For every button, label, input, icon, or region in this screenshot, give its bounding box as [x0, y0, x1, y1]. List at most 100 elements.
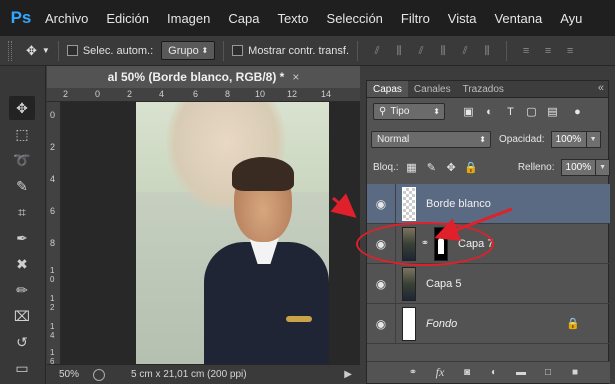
menu-archivo[interactable]: Archivo: [36, 11, 97, 26]
adjustment-layer-icon[interactable]: ◐: [487, 366, 501, 380]
layer-name[interactable]: Fondo: [426, 318, 457, 330]
distribute-top-icon[interactable]: ≡: [519, 44, 533, 58]
align-bottom-icon[interactable]: ⫽: [414, 44, 428, 58]
blend-mode-select[interactable]: Normal ⬍: [371, 131, 491, 148]
menu-edicion[interactable]: Edición: [97, 11, 158, 26]
menu-filtro[interactable]: Filtro: [392, 11, 439, 26]
ruler-label: 4: [50, 174, 56, 184]
menu-seleccion[interactable]: Selección: [318, 11, 392, 26]
type-filter-icon[interactable]: T: [503, 104, 518, 119]
chevron-down-icon[interactable]: ▼: [596, 159, 610, 176]
ruler-label: 1 4: [50, 322, 55, 340]
lasso-tool-icon[interactable]: ➰: [9, 148, 35, 172]
clone-stamp-tool-icon[interactable]: ⌧: [9, 304, 35, 328]
trash-icon[interactable]: ■: [568, 366, 582, 380]
filter-type-select[interactable]: ⚲ Tipo ⬍: [373, 103, 445, 120]
ruler-label: 2: [50, 142, 56, 152]
tab-capas[interactable]: Capas: [367, 81, 408, 97]
auto-select-checkbox[interactable]: [66, 45, 78, 56]
layer-name[interactable]: Capa 5: [426, 278, 461, 290]
lock-image-icon[interactable]: ✎: [424, 161, 438, 175]
distribute-vcenter-icon[interactable]: ≡: [541, 44, 555, 58]
zoom-level[interactable]: 50%: [59, 369, 93, 380]
shape-filter-icon[interactable]: ▢: [524, 104, 539, 119]
tool-preset-picker[interactable]: ✥ ▼: [26, 43, 50, 59]
tab-trazados[interactable]: Trazados: [457, 81, 510, 97]
link-layers-icon[interactable]: ⚭: [406, 366, 420, 380]
filter-toggle-icon[interactable]: ●: [570, 104, 585, 119]
opacity-input[interactable]: 100%: [550, 131, 587, 148]
search-icon: ⚲: [379, 106, 387, 117]
align-right-icon[interactable]: ⫼: [480, 44, 494, 58]
new-layer-icon[interactable]: □: [541, 366, 555, 380]
collapse-panel-icon[interactable]: «: [598, 82, 604, 94]
close-icon[interactable]: ×: [292, 70, 299, 84]
auto-select-target-select[interactable]: Grupo ⬍: [161, 41, 216, 60]
ruler-label: 14: [321, 89, 332, 99]
chevron-down-icon: ▼: [41, 46, 50, 55]
ruler-label: 8: [225, 89, 231, 99]
opacity-label: Opacidad:: [499, 134, 545, 145]
layer-row-capa-5[interactable]: ◉ Capa 5: [367, 263, 610, 304]
eye-icon[interactable]: ◉: [367, 197, 395, 211]
options-bar: ✥ ▼ Selec. autom.: Grupo ⬍ Mostrar contr…: [0, 36, 615, 66]
align-top-icon[interactable]: ⫽: [370, 44, 384, 58]
ruler-label: 1 6: [50, 348, 55, 364]
lock-position-icon[interactable]: ✥: [444, 161, 458, 175]
divider: [223, 40, 225, 61]
smart-object-filter-icon[interactable]: ▤: [545, 104, 560, 119]
new-group-icon[interactable]: ▬: [514, 366, 528, 380]
menu-imagen[interactable]: Imagen: [158, 11, 219, 26]
pixel-filter-icon[interactable]: ▣: [461, 104, 476, 119]
ruler-label: 12: [287, 89, 298, 99]
divider: [506, 40, 508, 61]
menu-ayuda[interactable]: Ayu: [551, 11, 591, 26]
document-tab[interactable]: al 50% (Borde blanco, RGB/8) * ×: [47, 66, 360, 88]
layer-row-fondo[interactable]: ◉ Fondo 🔒: [367, 303, 610, 344]
distribute-bottom-icon[interactable]: ≡: [563, 44, 577, 58]
photo-hair: [232, 157, 294, 191]
lock-transparent-icon[interactable]: ▦: [405, 161, 419, 175]
status-info-icon[interactable]: [93, 368, 105, 381]
document-tab-strip: al 50% (Borde blanco, RGB/8) * ×: [47, 66, 360, 88]
menu-capa[interactable]: Capa: [219, 11, 268, 26]
quick-select-tool-icon[interactable]: ✎: [9, 174, 35, 198]
eyedropper-tool-icon[interactable]: ✒: [9, 226, 35, 250]
show-transform-checkbox[interactable]: [232, 45, 244, 56]
add-mask-icon[interactable]: ◙: [460, 366, 474, 380]
layer-row-borde-blanco[interactable]: ◉ Borde blanco: [367, 183, 610, 224]
layer-thumbnail: [402, 186, 416, 221]
menu-texto[interactable]: Texto: [268, 11, 317, 26]
fx-icon[interactable]: fx: [433, 365, 447, 380]
document-canvas[interactable]: [61, 102, 360, 364]
tab-canales[interactable]: Canales: [408, 81, 457, 97]
history-brush-tool-icon[interactable]: ↺: [9, 330, 35, 354]
fill-input[interactable]: 100%: [560, 159, 597, 176]
move-tool-icon[interactable]: ✥: [9, 96, 35, 120]
eye-icon[interactable]: ◉: [367, 277, 395, 291]
options-grip[interactable]: [8, 40, 12, 61]
photoshop-window: Ps Archivo Edición Imagen Capa Texto Sel…: [0, 0, 615, 384]
chevron-down-icon[interactable]: ▼: [586, 131, 601, 148]
menu-vista[interactable]: Vista: [439, 11, 486, 26]
eye-icon[interactable]: ◉: [367, 317, 395, 331]
healing-brush-tool-icon[interactable]: ✖: [9, 252, 35, 276]
align-left-icon[interactable]: ⫼: [436, 44, 450, 58]
auto-select-label: Selec. autom.:: [82, 44, 154, 57]
crop-tool-icon[interactable]: ⌗: [9, 200, 35, 224]
ps-logo: Ps: [10, 8, 32, 27]
menu-ventana[interactable]: Ventana: [485, 11, 551, 26]
marquee-tool-icon[interactable]: ⬚: [9, 122, 35, 146]
divider: [357, 40, 359, 61]
brush-tool-icon[interactable]: ✏: [9, 278, 35, 302]
eraser-tool-icon[interactable]: ▭: [9, 356, 35, 380]
lock-all-icon[interactable]: 🔒: [464, 161, 478, 175]
play-right-icon[interactable]: ▶: [344, 369, 352, 380]
adjustment-filter-icon[interactable]: ◐: [482, 104, 497, 119]
photo-image: [136, 102, 329, 364]
layer-name[interactable]: Borde blanco: [426, 198, 491, 210]
align-hcenter-icon[interactable]: ⫽: [458, 44, 472, 58]
lock-icon: 🔒: [566, 318, 580, 330]
filter-type-value: Tipo: [390, 106, 410, 117]
align-vcenter-icon[interactable]: ⫼: [392, 44, 406, 58]
